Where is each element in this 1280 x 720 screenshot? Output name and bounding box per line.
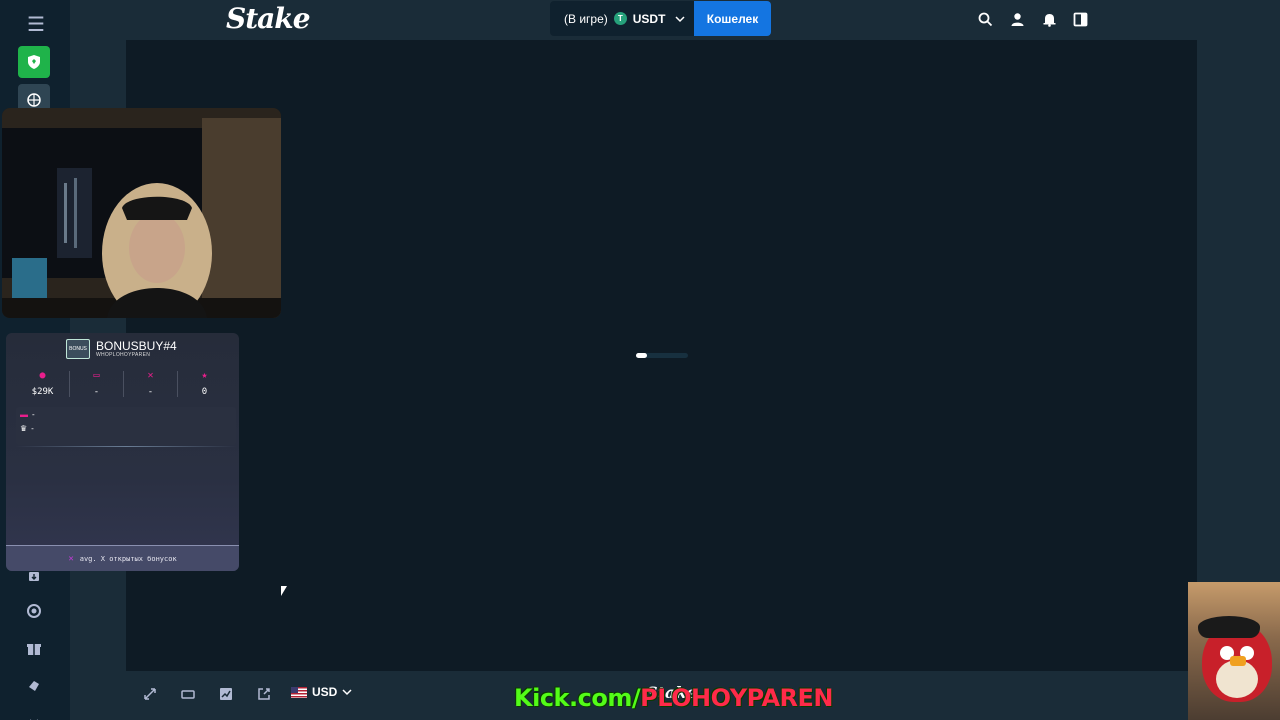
kick-prefix: Kick.com/ [514,684,641,712]
row-value: - [32,409,35,419]
stat-best: ★ 0 [178,370,231,398]
balance-status: (В игре) [564,11,608,26]
loading-indicator [636,353,688,358]
currency-selector[interactable]: USD [291,685,352,699]
gift-icon[interactable] [18,632,50,664]
stat-bought: ▭ - [70,371,124,397]
stat-multiplier: ✕ - [124,371,178,397]
chevron-down-icon [675,15,685,22]
chat-toggle-icon[interactable] [1071,10,1089,28]
theatre-mode-icon[interactable] [179,685,197,703]
wallet-button[interactable]: Кошелек [694,1,771,36]
chevron-down-icon[interactable] [18,706,50,720]
search-icon[interactable] [976,10,994,28]
cross-icon: ✕ [68,553,74,564]
divider [16,446,236,447]
list-item: ▬ - [16,407,236,421]
crown-icon: ♛ [20,423,28,433]
bonus-buy-widget: BONUS BONUSBUY#4 WHOPLOHOYPAREN ● $29K ▭… [6,333,239,571]
star-icon: ★ [201,370,208,381]
top-bar: Stake (В игре) T USDT Кошелек [70,0,1280,40]
bird-avatar-image [1188,582,1280,720]
basketball-icon [27,93,41,107]
streamer-webcam-image [2,108,281,318]
webcam-overlay [2,108,281,318]
stat-value: - [93,387,100,397]
game-frame[interactable] [126,40,1197,671]
bonus-title: BONUSBUY#4 [96,339,177,353]
bonus-rows: ▬ - ♛ - [16,407,236,445]
stake-logo[interactable]: Stake [226,2,311,35]
bell-icon[interactable] [1040,10,1058,28]
kick-channel-overlay: Kick.com/PLOHOYPAREN [514,684,833,712]
stat-value: - [147,387,154,397]
stat-value: $29K [31,387,54,397]
list-item: ♛ - [16,421,236,435]
bonus-footer-text: avg. X открытых бонусок [79,554,177,563]
currency-label: USDT [632,11,666,26]
bonus-stats: ● $29K ▭ - ✕ - ★ 0 [16,371,231,397]
angry-bird-icon [1198,616,1272,702]
cross-icon: ✕ [147,370,154,381]
us-flag-icon [291,686,307,698]
bonus-footer: ✕ avg. X открытых бонусок [6,545,239,571]
fullscreen-icon[interactable] [141,685,159,703]
casino-button[interactable] [18,46,50,78]
loading-dot [636,353,647,358]
mouse-cursor [281,586,287,596]
bonus-header: BONUS BONUSBUY#4 WHOPLOHOYPAREN [66,339,177,359]
usdt-coin-icon: T [613,12,627,25]
bonus-gift-icon: BONUS [66,339,90,359]
stat-balance: ● $29K [16,371,70,397]
footer-currency: USD [312,685,338,699]
cart-icon: ▭ [93,370,100,381]
stats-icon[interactable] [217,685,235,703]
coin-icon: ● [39,370,46,381]
cart-icon: ▬ [20,409,28,419]
row-value: - [31,423,34,433]
balance-selector[interactable]: (В игре) T USDT [550,1,694,36]
chevron-down-icon [342,689,352,696]
bird-beak [1230,656,1246,666]
casino-shield-icon [28,55,40,69]
stat-value: 0 [201,387,208,397]
bird-cap [1198,616,1260,638]
popout-icon[interactable] [255,685,273,703]
support-icon[interactable] [18,595,50,627]
vip-icon[interactable] [18,670,50,702]
menu-icon[interactable]: ☰ [20,8,52,40]
kick-channel: PLOHOYPAREN [640,684,833,712]
user-icon[interactable] [1008,10,1026,28]
